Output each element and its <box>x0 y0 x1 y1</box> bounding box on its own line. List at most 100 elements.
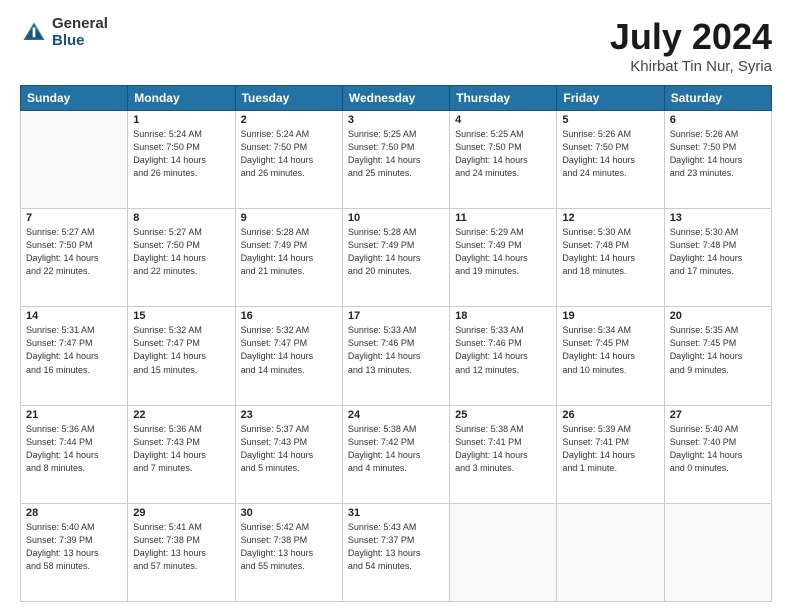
calendar-header-wednesday: Wednesday <box>342 86 449 111</box>
day-info: Sunrise: 5:38 AM Sunset: 7:42 PM Dayligh… <box>348 423 444 475</box>
calendar-header-tuesday: Tuesday <box>235 86 342 111</box>
calendar-cell: 23 Sunrise: 5:37 AM Sunset: 7:43 PM Dayli… <box>235 405 342 503</box>
calendar-header-sunday: Sunday <box>21 86 128 111</box>
day-info: Sunrise: 5:26 AM Sunset: 7:50 PM Dayligh… <box>670 128 766 180</box>
day-number: 19 <box>562 310 658 322</box>
day-number: 20 <box>670 310 766 322</box>
day-info: Sunrise: 5:41 AM Sunset: 7:38 PM Dayligh… <box>133 521 229 573</box>
calendar-cell: 31 Sunrise: 5:43 AM Sunset: 7:37 PM Dayli… <box>342 503 449 601</box>
calendar-cell <box>21 111 128 209</box>
logo-icon <box>20 19 48 47</box>
day-info: Sunrise: 5:36 AM Sunset: 7:43 PM Dayligh… <box>133 423 229 475</box>
subtitle: Khirbat Tin Nur, Syria <box>610 58 772 75</box>
calendar-cell: 8Sunrise: 5:27 AM Sunset: 7:50 PM Daylig… <box>128 209 235 307</box>
calendar-header-monday: Monday <box>128 86 235 111</box>
calendar-cell: 14 Sunrise: 5:31 AM Sunset: 7:47 PM Dayli… <box>21 307 128 405</box>
day-info: Sunrise: 5:25 AM Sunset: 7:50 PM Dayligh… <box>348 128 444 180</box>
calendar-week-row: 1 Sunrise: 5:24 AM Sunset: 7:50 PM Daylig… <box>21 111 772 209</box>
calendar-header-saturday: Saturday <box>664 86 771 111</box>
day-info: Sunrise: 5:27 AM Sunset: 7:50 PM Dayligh… <box>26 226 122 278</box>
calendar-cell: 28 Sunrise: 5:40 AM Sunset: 7:39 PM Dayli… <box>21 503 128 601</box>
calendar-cell: 7 Sunrise: 5:27 AM Sunset: 7:50 PM Daylig… <box>21 209 128 307</box>
day-info: Sunrise: 5:33 AM Sunset: 7:46 PM Dayligh… <box>348 324 444 376</box>
day-info: Sunrise: 5:31 AM Sunset: 7:47 PM Dayligh… <box>26 324 122 376</box>
calendar-cell: 13Sunrise: 5:30 AM Sunset: 7:48 PM Dayli… <box>664 209 771 307</box>
calendar-cell: 27Sunrise: 5:40 AM Sunset: 7:40 PM Dayli… <box>664 405 771 503</box>
calendar-cell: 2 Sunrise: 5:24 AM Sunset: 7:50 PM Daylig… <box>235 111 342 209</box>
day-number: 22 <box>133 409 229 421</box>
calendar-cell: 5 Sunrise: 5:26 AM Sunset: 7:50 PM Daylig… <box>557 111 664 209</box>
day-number: 14 <box>26 310 122 322</box>
calendar-week-row: 14 Sunrise: 5:31 AM Sunset: 7:47 PM Dayli… <box>21 307 772 405</box>
calendar-cell <box>664 503 771 601</box>
day-info: Sunrise: 5:26 AM Sunset: 7:50 PM Dayligh… <box>562 128 658 180</box>
day-number: 5 <box>562 114 658 126</box>
day-info: Sunrise: 5:30 AM Sunset: 7:48 PM Dayligh… <box>562 226 658 278</box>
calendar-header-thursday: Thursday <box>450 86 557 111</box>
calendar-cell: 24Sunrise: 5:38 AM Sunset: 7:42 PM Dayli… <box>342 405 449 503</box>
calendar-cell: 15Sunrise: 5:32 AM Sunset: 7:47 PM Dayli… <box>128 307 235 405</box>
calendar-cell <box>450 503 557 601</box>
calendar-header-row: SundayMondayTuesdayWednesdayThursdayFrid… <box>21 86 772 111</box>
calendar-cell: 21Sunrise: 5:36 AM Sunset: 7:44 PM Dayli… <box>21 405 128 503</box>
day-number: 16 <box>241 310 337 322</box>
day-info: Sunrise: 5:43 AM Sunset: 7:37 PM Dayligh… <box>348 521 444 573</box>
day-number: 7 <box>26 212 122 224</box>
day-info: Sunrise: 5:39 AM Sunset: 7:41 PM Dayligh… <box>562 423 658 475</box>
day-number: 21 <box>26 409 122 421</box>
calendar-week-row: 28 Sunrise: 5:40 AM Sunset: 7:39 PM Dayli… <box>21 503 772 601</box>
day-number: 1 <box>133 114 229 126</box>
day-info: Sunrise: 5:42 AM Sunset: 7:38 PM Dayligh… <box>241 521 337 573</box>
day-number: 25 <box>455 409 551 421</box>
day-number: 15 <box>133 310 229 322</box>
calendar-cell: 4 Sunrise: 5:25 AM Sunset: 7:50 PM Daylig… <box>450 111 557 209</box>
day-number: 18 <box>455 310 551 322</box>
calendar-cell: 25Sunrise: 5:38 AM Sunset: 7:41 PM Dayli… <box>450 405 557 503</box>
day-number: 10 <box>348 212 444 224</box>
day-number: 12 <box>562 212 658 224</box>
calendar-cell: 16 Sunrise: 5:32 AM Sunset: 7:47 PM Dayli… <box>235 307 342 405</box>
day-number: 26 <box>562 409 658 421</box>
day-number: 6 <box>670 114 766 126</box>
main-title: July 2024 <box>610 16 772 58</box>
day-number: 17 <box>348 310 444 322</box>
day-info: Sunrise: 5:35 AM Sunset: 7:45 PM Dayligh… <box>670 324 766 376</box>
day-number: 11 <box>455 212 551 224</box>
day-info: Sunrise: 5:28 AM Sunset: 7:49 PM Dayligh… <box>241 226 337 278</box>
day-info: Sunrise: 5:25 AM Sunset: 7:50 PM Dayligh… <box>455 128 551 180</box>
day-number: 28 <box>26 507 122 519</box>
day-number: 30 <box>241 507 337 519</box>
day-info: Sunrise: 5:24 AM Sunset: 7:50 PM Dayligh… <box>241 128 337 180</box>
day-info: Sunrise: 5:32 AM Sunset: 7:47 PM Dayligh… <box>241 324 337 376</box>
logo-general-text: General <box>52 16 108 33</box>
calendar-cell: 9 Sunrise: 5:28 AM Sunset: 7:49 PM Daylig… <box>235 209 342 307</box>
calendar-cell: 11 Sunrise: 5:29 AM Sunset: 7:49 PM Dayli… <box>450 209 557 307</box>
calendar-cell: 26 Sunrise: 5:39 AM Sunset: 7:41 PM Dayli… <box>557 405 664 503</box>
day-number: 9 <box>241 212 337 224</box>
day-info: Sunrise: 5:33 AM Sunset: 7:46 PM Dayligh… <box>455 324 551 376</box>
day-number: 31 <box>348 507 444 519</box>
day-info: Sunrise: 5:40 AM Sunset: 7:39 PM Dayligh… <box>26 521 122 573</box>
day-info: Sunrise: 5:29 AM Sunset: 7:49 PM Dayligh… <box>455 226 551 278</box>
title-block: July 2024 Khirbat Tin Nur, Syria <box>610 16 772 75</box>
page: General Blue July 2024 Khirbat Tin Nur, … <box>0 0 792 612</box>
calendar-cell: 3Sunrise: 5:25 AM Sunset: 7:50 PM Daylig… <box>342 111 449 209</box>
logo-blue-text: Blue <box>52 33 108 50</box>
day-info: Sunrise: 5:30 AM Sunset: 7:48 PM Dayligh… <box>670 226 766 278</box>
calendar-cell: 22 Sunrise: 5:36 AM Sunset: 7:43 PM Dayli… <box>128 405 235 503</box>
logo-text: General Blue <box>52 16 108 49</box>
calendar-cell: 29 Sunrise: 5:41 AM Sunset: 7:38 PM Dayli… <box>128 503 235 601</box>
day-number: 2 <box>241 114 337 126</box>
calendar-cell <box>557 503 664 601</box>
day-info: Sunrise: 5:24 AM Sunset: 7:50 PM Dayligh… <box>133 128 229 180</box>
day-number: 27 <box>670 409 766 421</box>
calendar-cell: 20 Sunrise: 5:35 AM Sunset: 7:45 PM Dayli… <box>664 307 771 405</box>
logo: General Blue <box>20 16 108 49</box>
day-number: 4 <box>455 114 551 126</box>
day-number: 23 <box>241 409 337 421</box>
calendar-week-row: 21Sunrise: 5:36 AM Sunset: 7:44 PM Dayli… <box>21 405 772 503</box>
day-number: 29 <box>133 507 229 519</box>
calendar-cell: 17 Sunrise: 5:33 AM Sunset: 7:46 PM Dayli… <box>342 307 449 405</box>
day-info: Sunrise: 5:37 AM Sunset: 7:43 PM Dayligh… <box>241 423 337 475</box>
calendar-header-friday: Friday <box>557 86 664 111</box>
